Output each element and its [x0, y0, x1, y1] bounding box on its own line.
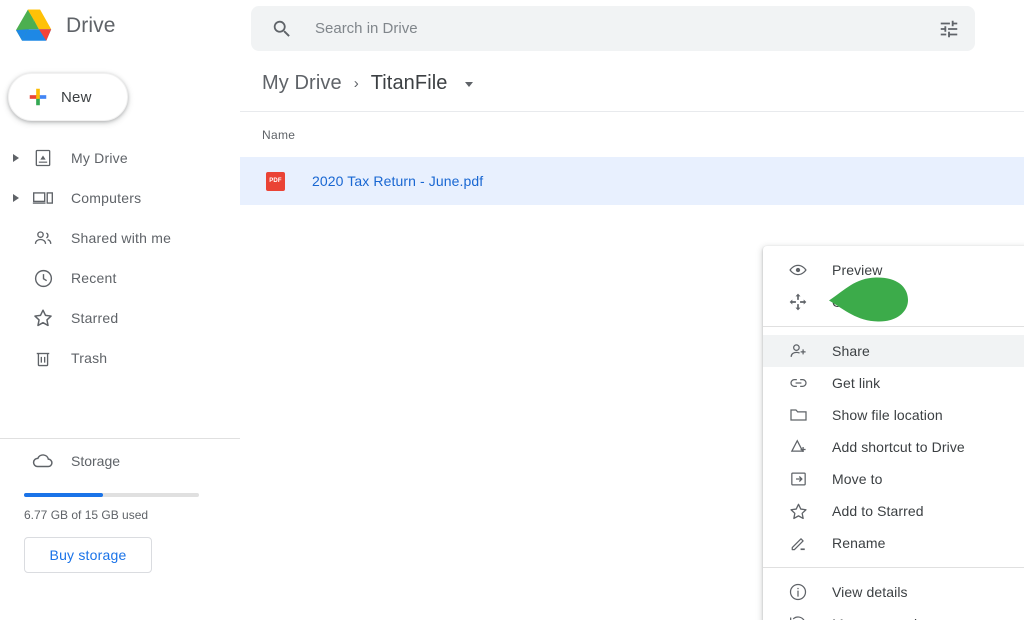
computers-icon	[30, 188, 56, 208]
tune-icon	[938, 18, 960, 40]
brand[interactable]: Drive	[14, 8, 116, 44]
menu-item-add-to-starred[interactable]: Add to Starred	[763, 495, 1024, 527]
people-icon	[30, 228, 56, 248]
menu-item-rename[interactable]: Rename	[763, 527, 1024, 559]
table-row[interactable]: PDF 2020 Tax Return - June.pdf	[240, 157, 1024, 205]
storage-label: Storage	[71, 453, 121, 469]
sidebar-item-label: Recent	[71, 270, 117, 286]
sidebar-item-starred[interactable]: Starred	[0, 298, 240, 338]
menu-item-label: Get link	[832, 375, 881, 391]
open-with-icon	[786, 292, 810, 312]
storage-progress-bar	[24, 493, 199, 497]
sidebar-item-shared-with-me[interactable]: Shared with me	[0, 218, 240, 258]
sidebar-item-recent[interactable]: Recent	[0, 258, 240, 298]
chevron-down-icon[interactable]	[462, 77, 476, 91]
sidebar-nav: My Drive Computers Shared with me Recent…	[0, 138, 240, 378]
new-button[interactable]: New	[8, 73, 128, 121]
menu-item-share[interactable]: Share	[763, 335, 1024, 367]
top-bar: Drive	[0, 0, 1024, 56]
new-button-label: New	[61, 88, 92, 106]
pdf-file-icon: PDF	[266, 171, 285, 191]
search-bar[interactable]	[251, 6, 975, 51]
menu-item-add-shortcut-to-drive[interactable]: Add shortcut to Drive	[763, 431, 1024, 463]
sidebar: New My Drive Computers Shared with me Re…	[0, 56, 240, 620]
buy-storage-button[interactable]: Buy storage	[24, 537, 152, 573]
menu-item-label: View details	[832, 584, 908, 600]
star-icon	[786, 501, 810, 522]
breadcrumb-current-folder[interactable]: TitanFile	[371, 72, 448, 95]
menu-item-move-to[interactable]: Move to	[763, 463, 1024, 495]
folder-icon	[786, 405, 810, 425]
expand-arrow-icon[interactable]	[4, 193, 28, 203]
menu-item-label: Preview	[832, 262, 883, 278]
sidebar-item-label: My Drive	[71, 150, 128, 166]
menu-divider	[763, 326, 1024, 327]
plus-icon	[27, 86, 49, 108]
storage-progress-fill	[24, 493, 103, 497]
main-content: My Drive › TitanFile Name PDF 2020 Tax R…	[240, 56, 1024, 620]
sidebar-item-label: Trash	[71, 350, 108, 366]
sidebar-item-label: Computers	[71, 190, 142, 206]
menu-item-label: Show file location	[832, 407, 943, 423]
sidebar-item-my-drive[interactable]: My Drive	[0, 138, 240, 178]
search-input[interactable]	[315, 20, 929, 37]
menu-item-get-link[interactable]: Get link	[763, 367, 1024, 399]
menu-item-preview[interactable]: Preview	[763, 254, 1024, 286]
menu-item-label: Move to	[832, 471, 883, 487]
sidebar-item-label: Shared with me	[71, 230, 172, 246]
menu-item-label: Add to Starred	[832, 503, 924, 519]
storage-section[interactable]: Storage	[0, 452, 120, 470]
menu-item-label: Manage versions	[832, 616, 940, 620]
menu-item-show-file-location[interactable]: Show file location	[763, 399, 1024, 431]
menu-top-padding	[763, 246, 1024, 254]
content-header-divider	[240, 111, 1024, 112]
sidebar-item-label: Starred	[71, 310, 119, 326]
info-icon	[786, 582, 810, 602]
sidebar-item-computers[interactable]: Computers	[0, 178, 240, 218]
clock-icon	[30, 268, 56, 289]
menu-item-label: Add shortcut to Drive	[832, 439, 965, 455]
menu-divider	[763, 567, 1024, 568]
app-title: Drive	[66, 14, 116, 37]
file-context-menu: Preview Open with Share Get link Show fi…	[763, 246, 1024, 620]
sidebar-item-trash[interactable]: Trash	[0, 338, 240, 378]
trash-icon	[30, 348, 56, 369]
move-to-icon	[786, 469, 810, 489]
storage-usage-text: 6.77 GB of 15 GB used	[24, 508, 149, 522]
file-name-label[interactable]: 2020 Tax Return - June.pdf	[312, 173, 483, 189]
menu-item-label: Rename	[832, 535, 886, 551]
menu-item-label: Share	[832, 343, 870, 359]
expand-arrow-icon[interactable]	[4, 153, 28, 163]
menu-item-open-with[interactable]: Open with	[763, 286, 1024, 318]
history-icon	[786, 614, 810, 620]
pencil-icon	[786, 533, 810, 553]
person-add-icon	[786, 341, 810, 361]
add-shortcut-icon	[786, 437, 810, 457]
google-drive-logo-icon	[14, 8, 54, 44]
eye-icon	[786, 260, 810, 280]
sidebar-divider	[0, 438, 240, 439]
menu-item-label: Open with	[832, 294, 896, 310]
my-drive-icon	[30, 148, 56, 168]
cloud-icon	[30, 452, 56, 470]
menu-item-view-details[interactable]: View details	[763, 576, 1024, 608]
breadcrumb: My Drive › TitanFile	[262, 72, 476, 95]
breadcrumb-my-drive[interactable]: My Drive	[262, 72, 342, 95]
pdf-badge-label: PDF	[269, 178, 282, 184]
search-options-button[interactable]	[929, 9, 969, 49]
drive-app-window: Drive Search in Drive New My Drive Compu…	[0, 0, 1024, 620]
star-icon	[30, 307, 56, 329]
breadcrumb-separator: ›	[353, 75, 359, 92]
search-icon	[271, 18, 293, 40]
link-icon	[786, 373, 810, 393]
column-header-name[interactable]: Name	[262, 128, 295, 142]
menu-item-manage-versions[interactable]: Manage versions	[763, 608, 1024, 620]
